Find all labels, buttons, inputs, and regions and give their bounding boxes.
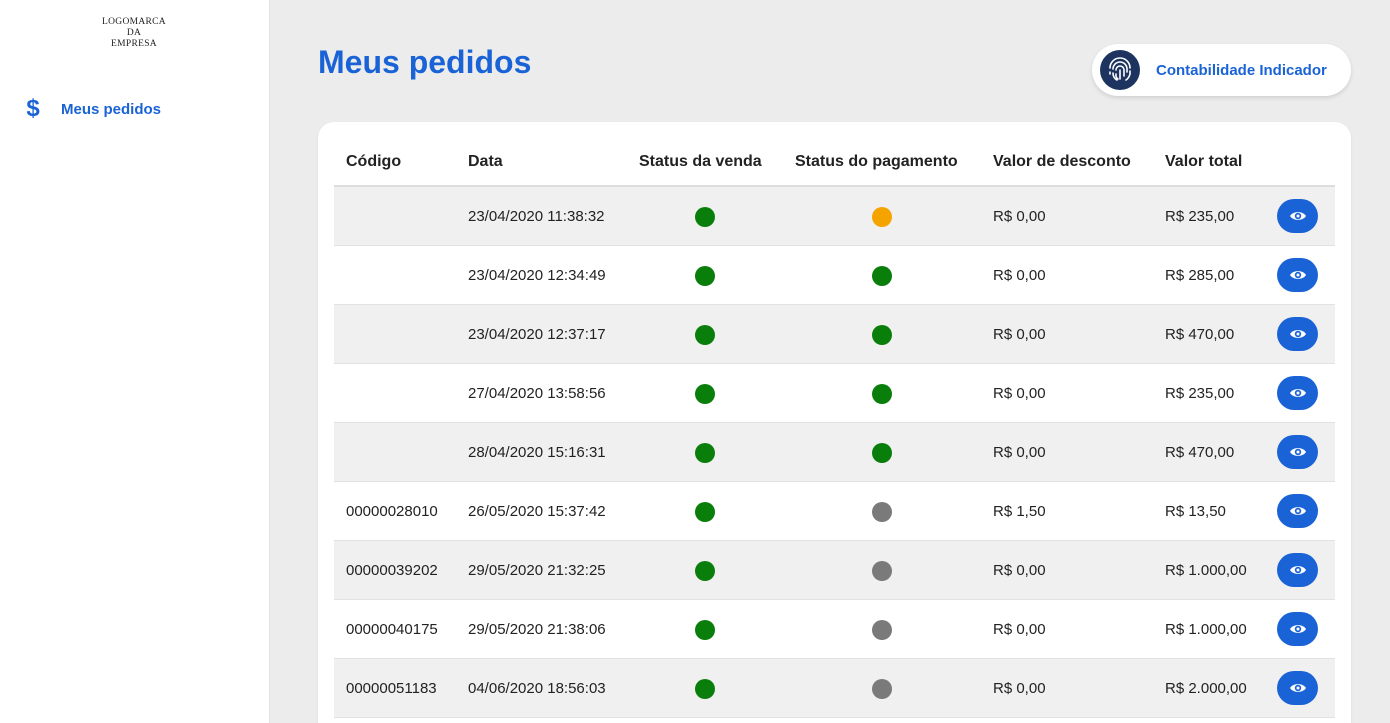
cell-valor-desconto: R$ 0,00 bbox=[993, 267, 1046, 284]
cell-valor-total: R$ 1.000,00 bbox=[1165, 621, 1247, 638]
view-order-button[interactable] bbox=[1277, 494, 1318, 528]
cell-codigo: 00000040175 bbox=[346, 621, 438, 638]
table-row: 00000051183 04/06/2020 18:56:03 R$ 0,00 R$ … bbox=[334, 659, 1335, 718]
status-pagamento-indicator bbox=[872, 620, 892, 640]
status-venda-indicator bbox=[695, 384, 715, 404]
status-pagamento-indicator bbox=[872, 502, 892, 522]
cell-codigo: 00000051183 bbox=[346, 680, 437, 697]
view-order-button[interactable] bbox=[1277, 199, 1318, 233]
eye-icon bbox=[1289, 212, 1306, 220]
table-row: 23/04/2020 12:34:49 R$ 0,00 R$ 285,00 bbox=[334, 246, 1335, 305]
cell-data: 27/04/2020 13:58:56 bbox=[468, 385, 606, 402]
cell-valor-total: R$ 13,50 bbox=[1165, 503, 1226, 520]
status-venda-indicator bbox=[695, 207, 715, 227]
status-pagamento-indicator bbox=[872, 266, 892, 286]
status-venda-indicator bbox=[695, 443, 715, 463]
sidebar: LOGOMARCA DA EMPRESA $ Meus pedidos bbox=[0, 0, 270, 723]
table-body: 23/04/2020 11:38:32 R$ 0,00 R$ 235,00 23/04… bbox=[334, 187, 1335, 718]
eye-icon bbox=[1289, 566, 1306, 574]
orders-card: Código Data Status da venda Status do pa… bbox=[318, 122, 1351, 723]
cell-data: 04/06/2020 18:56:03 bbox=[468, 680, 606, 697]
table-row: 28/04/2020 15:16:31 R$ 0,00 R$ 470,00 bbox=[334, 423, 1335, 482]
table-row: 27/04/2020 13:58:56 R$ 0,00 R$ 235,00 bbox=[334, 364, 1335, 423]
account-name: Contabilidade Indicador bbox=[1156, 61, 1327, 79]
cell-data: 29/05/2020 21:32:25 bbox=[468, 562, 606, 579]
cell-valor-total: R$ 235,00 bbox=[1165, 208, 1235, 225]
sidebar-item-meus-pedidos[interactable]: $ Meus pedidos bbox=[22, 94, 161, 124]
column-header-valor-total: Valor total bbox=[1165, 153, 1243, 170]
cell-data: 26/05/2020 15:37:42 bbox=[468, 503, 606, 520]
view-order-button[interactable] bbox=[1277, 376, 1318, 410]
status-pagamento-indicator bbox=[872, 561, 892, 581]
column-header-codigo: Código bbox=[346, 153, 402, 170]
cell-valor-total: R$ 1.000,00 bbox=[1165, 562, 1247, 579]
view-order-button[interactable] bbox=[1277, 612, 1318, 646]
table-row: 00000039202 29/05/2020 21:32:25 R$ 0,00 R$ … bbox=[334, 541, 1335, 600]
view-order-button[interactable] bbox=[1277, 435, 1318, 469]
cell-data: 29/05/2020 21:38:06 bbox=[468, 621, 606, 638]
company-logo: LOGOMARCA DA EMPRESA bbox=[84, 17, 184, 50]
cell-data: 23/04/2020 11:38:32 bbox=[468, 208, 605, 225]
cell-valor-total: R$ 285,00 bbox=[1165, 267, 1235, 284]
cell-data: 23/04/2020 12:34:49 bbox=[468, 267, 606, 284]
fingerprint-icon bbox=[1100, 50, 1140, 90]
view-order-button[interactable] bbox=[1277, 671, 1318, 705]
eye-icon bbox=[1289, 389, 1306, 397]
eye-icon bbox=[1289, 507, 1306, 515]
cell-valor-total: R$ 470,00 bbox=[1165, 444, 1235, 461]
status-pagamento-indicator bbox=[872, 207, 892, 227]
status-venda-indicator bbox=[695, 502, 715, 522]
status-pagamento-indicator bbox=[872, 679, 892, 699]
status-venda-indicator bbox=[695, 325, 715, 345]
view-order-button[interactable] bbox=[1277, 258, 1318, 292]
cell-valor-desconto: R$ 0,00 bbox=[993, 444, 1046, 461]
cell-valor-desconto: R$ 0,00 bbox=[993, 208, 1046, 225]
eye-icon bbox=[1289, 625, 1306, 633]
cell-valor-desconto: R$ 0,00 bbox=[993, 680, 1046, 697]
status-pagamento-indicator bbox=[872, 325, 892, 345]
orders-table: Código Data Status da venda Status do pa… bbox=[334, 138, 1335, 718]
cell-data: 23/04/2020 12:37:17 bbox=[468, 326, 606, 343]
status-pagamento-indicator bbox=[872, 384, 892, 404]
page-title: Meus pedidos bbox=[318, 44, 532, 80]
eye-icon bbox=[1289, 271, 1306, 279]
table-header: Código Data Status da venda Status do pa… bbox=[334, 138, 1335, 187]
sidebar-item-label: Meus pedidos bbox=[61, 100, 162, 118]
cell-valor-total: R$ 2.000,00 bbox=[1165, 680, 1247, 697]
dollar-icon: $ bbox=[26, 95, 40, 122]
cell-valor-desconto: R$ 0,00 bbox=[993, 326, 1046, 343]
cell-valor-desconto: R$ 0,00 bbox=[993, 621, 1046, 638]
logo-line: LOGOMARCA bbox=[102, 17, 166, 27]
table-row: 23/04/2020 12:37:17 R$ 0,00 R$ 470,00 bbox=[334, 305, 1335, 364]
logo-line: DA bbox=[126, 28, 142, 38]
cell-valor-total: R$ 470,00 bbox=[1165, 326, 1235, 343]
cell-valor-desconto: R$ 0,00 bbox=[993, 562, 1046, 579]
cell-data: 28/04/2020 15:16:31 bbox=[468, 444, 606, 461]
column-header-valor-desconto: Valor de desconto bbox=[993, 153, 1131, 170]
view-order-button[interactable] bbox=[1277, 317, 1318, 351]
eye-icon bbox=[1289, 330, 1306, 338]
eye-icon bbox=[1289, 684, 1306, 692]
column-header-status-pagamento: Status do pagamento bbox=[795, 153, 958, 170]
status-venda-indicator bbox=[695, 620, 715, 640]
status-venda-indicator bbox=[695, 266, 715, 286]
cell-valor-desconto: R$ 0,00 bbox=[993, 385, 1046, 402]
view-order-button[interactable] bbox=[1277, 553, 1318, 587]
column-header-status-venda: Status da venda bbox=[639, 153, 762, 170]
column-header-data: Data bbox=[468, 153, 503, 170]
cell-valor-desconto: R$ 1,50 bbox=[993, 503, 1046, 520]
cell-valor-total: R$ 235,00 bbox=[1165, 385, 1235, 402]
cell-codigo: 00000039202 bbox=[346, 562, 438, 579]
table-row: 23/04/2020 11:38:32 R$ 0,00 R$ 235,00 bbox=[334, 187, 1335, 246]
eye-icon bbox=[1289, 448, 1306, 456]
logo-line: EMPRESA bbox=[111, 39, 157, 49]
status-venda-indicator bbox=[695, 561, 715, 581]
table-row: 00000028010 26/05/2020 15:37:42 R$ 1,50 R$ … bbox=[334, 482, 1335, 541]
account-menu-button[interactable]: Contabilidade Indicador bbox=[1092, 44, 1351, 96]
cell-codigo: 00000028010 bbox=[346, 503, 438, 520]
status-pagamento-indicator bbox=[872, 443, 892, 463]
status-venda-indicator bbox=[695, 679, 715, 699]
table-row: 00000040175 29/05/2020 21:38:06 R$ 0,00 R$ … bbox=[334, 600, 1335, 659]
